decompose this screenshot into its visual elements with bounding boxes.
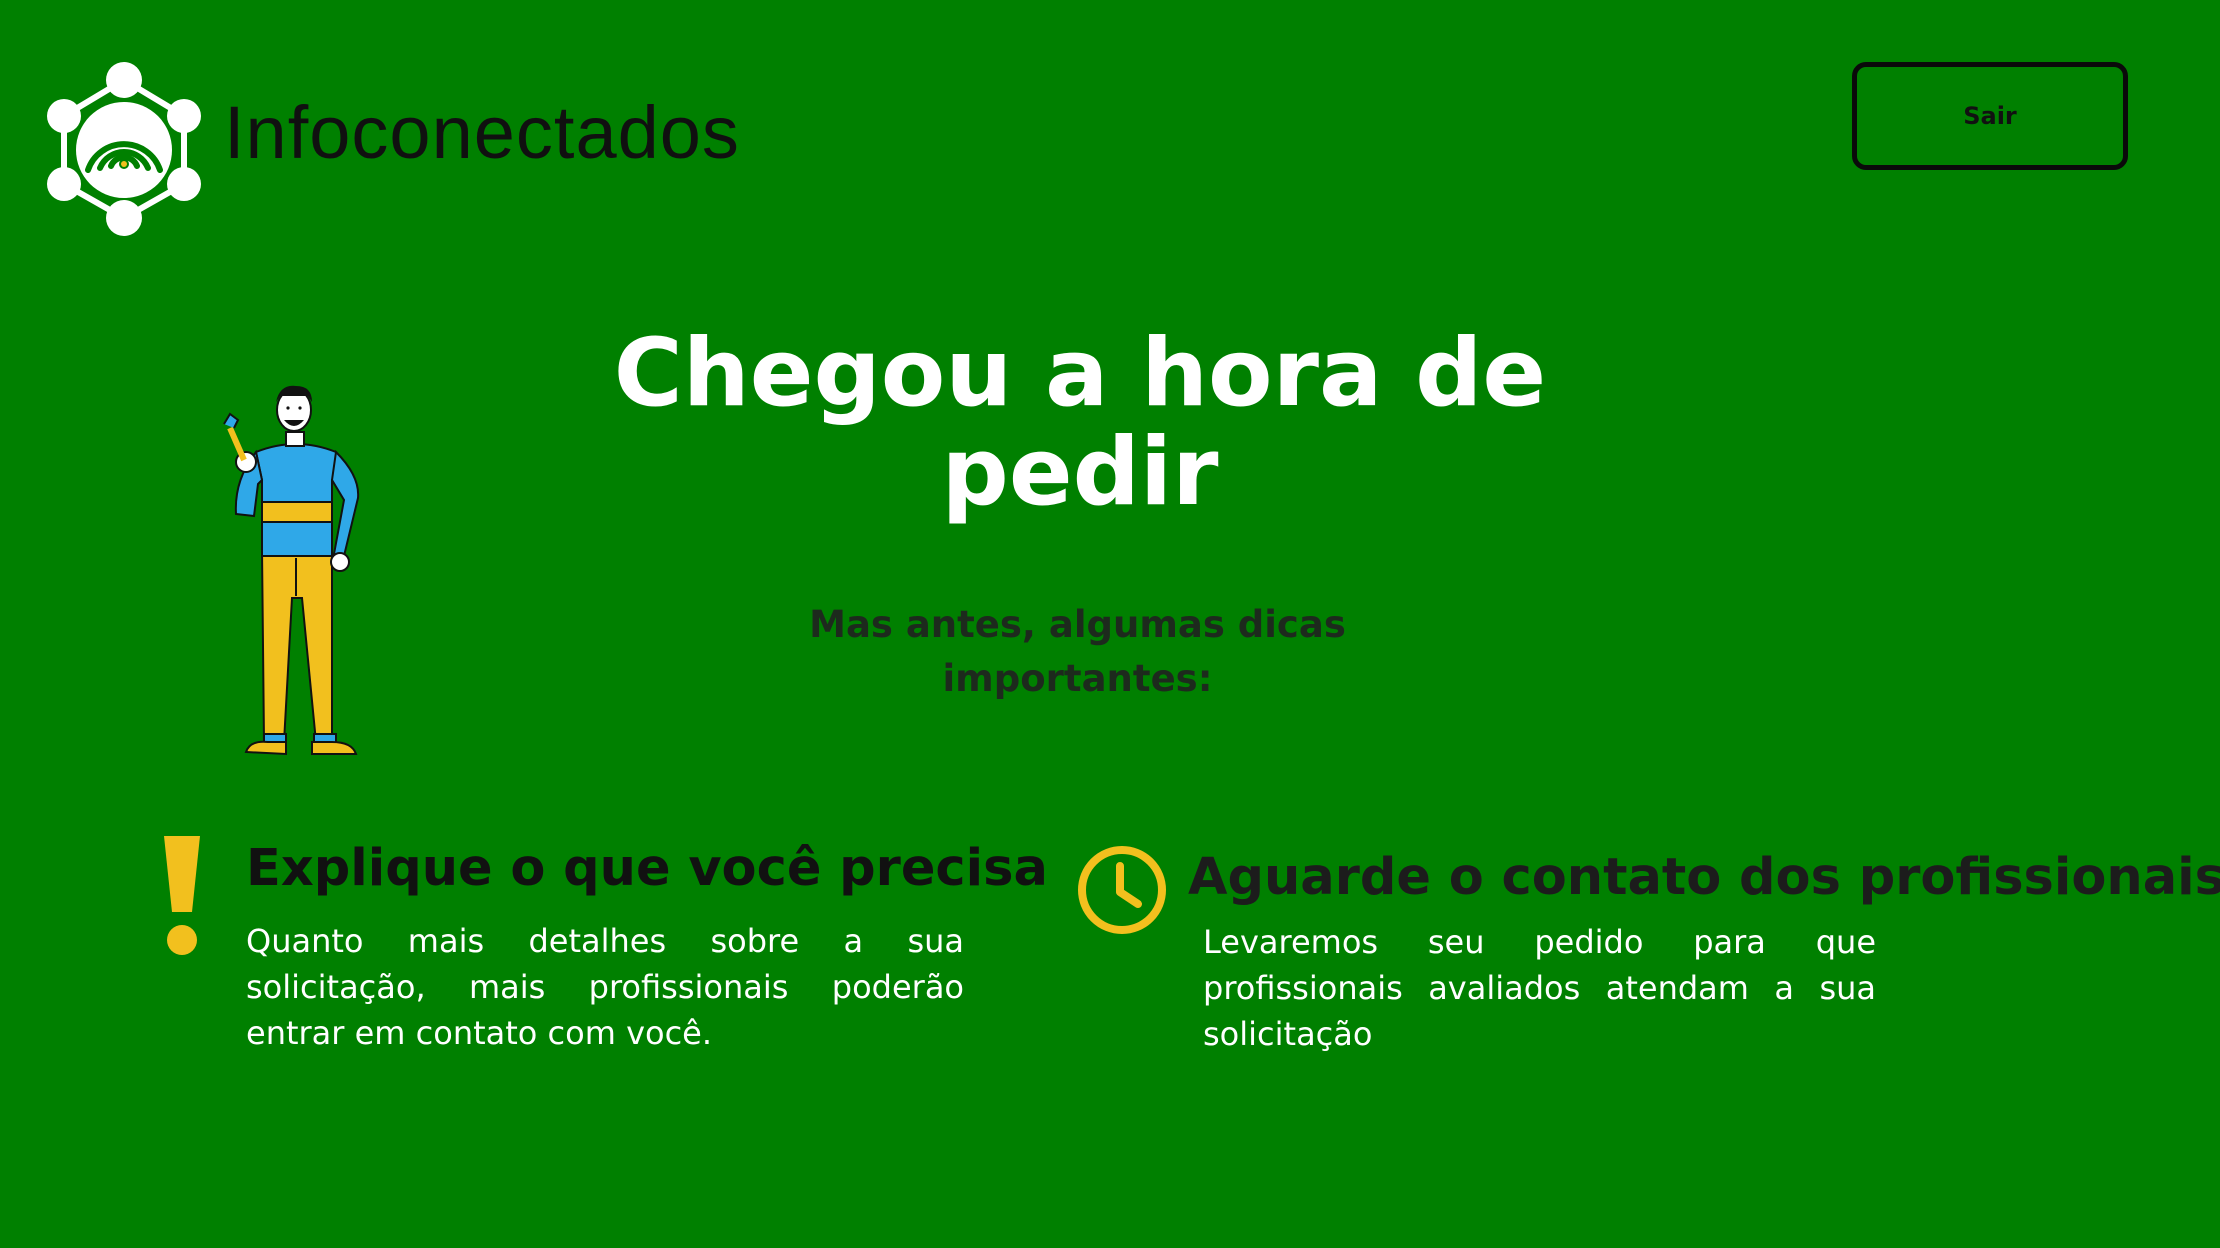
man-holding-wrench-illustration <box>223 385 360 756</box>
exit-button[interactable]: Sair <box>1852 62 2128 170</box>
network-hub-icon <box>47 62 201 236</box>
page-subtitle: Mas antes, algumas dicas importantes: <box>809 603 1346 700</box>
tip-body-wait: Levaremos seu pedido para que profission… <box>1203 923 1876 1053</box>
tip-body-explain: Quanto mais detalhes sobre a sua solicit… <box>246 922 964 1052</box>
exclamation-icon <box>164 836 200 955</box>
page-title: Chegou a hora de pedir <box>613 319 1547 527</box>
tip-heading-wait: Aguarde o contato dos profissionais <box>1188 848 2220 907</box>
brand-name: Infoconectados <box>224 91 740 174</box>
clock-icon <box>1078 846 1166 934</box>
tip-heading-explain: Explique o que você precisa <box>246 839 1048 898</box>
